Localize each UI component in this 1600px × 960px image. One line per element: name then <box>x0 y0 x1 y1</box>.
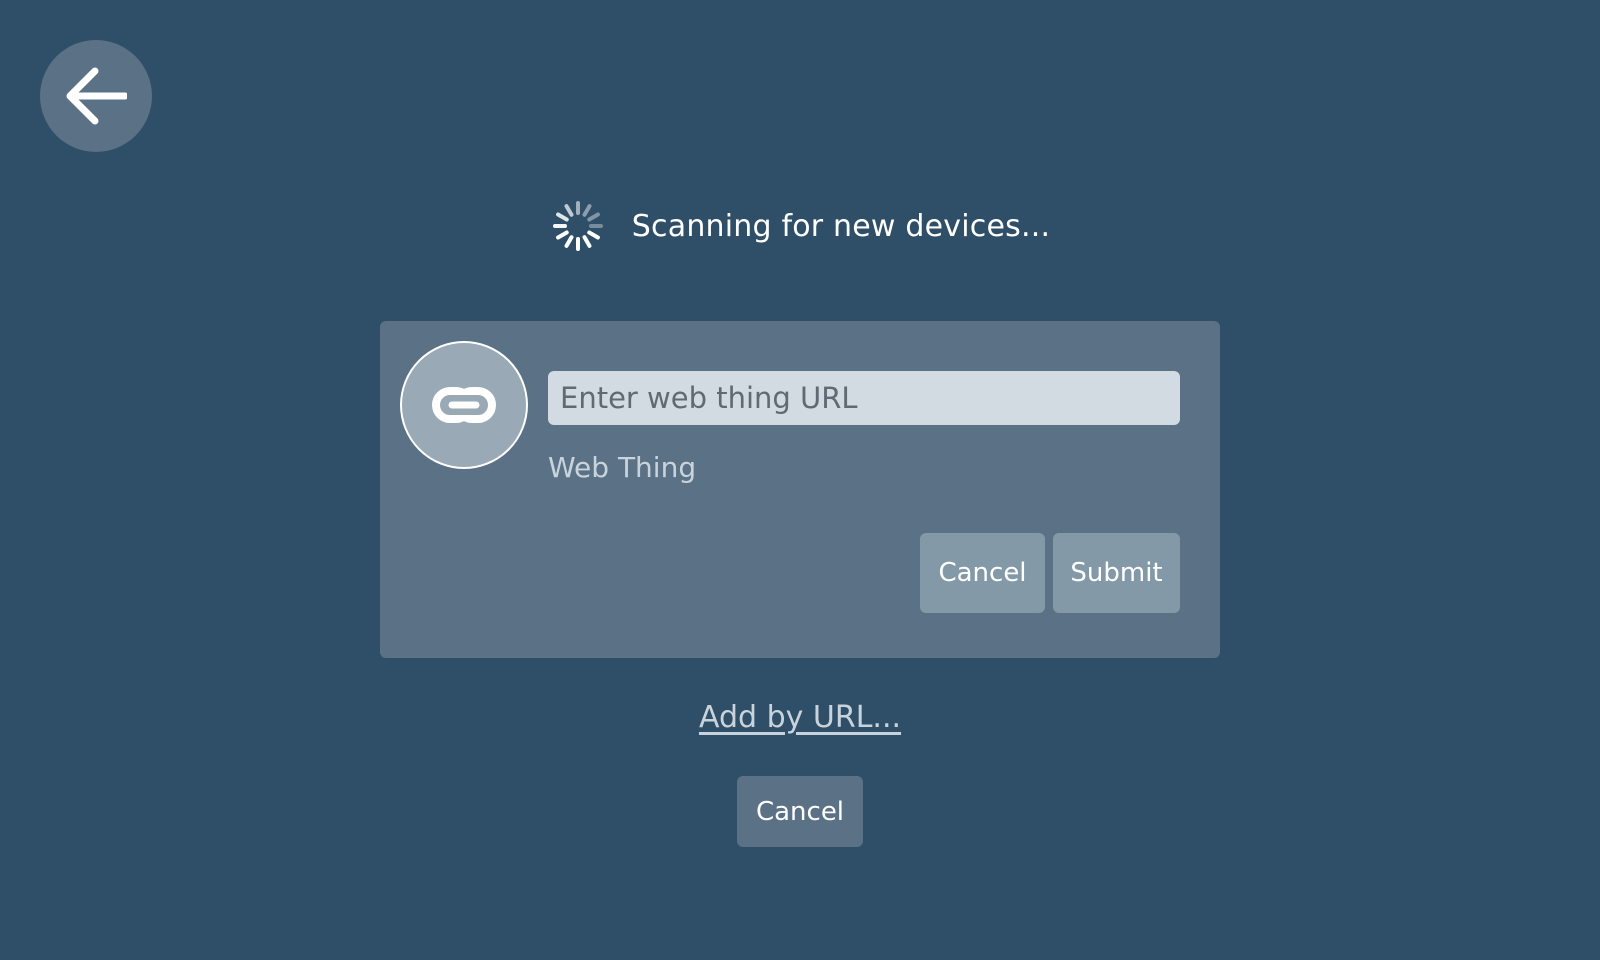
add-by-url-link[interactable]: Add by URL... <box>0 700 1600 735</box>
link-icon <box>400 341 528 469</box>
arrow-left-icon <box>65 67 127 125</box>
add-by-url-card: Web Thing Cancel Submit <box>380 321 1220 658</box>
card-cancel-button[interactable]: Cancel <box>920 533 1045 613</box>
cancel-button[interactable]: Cancel <box>737 776 863 847</box>
spinner-icon <box>552 201 603 251</box>
scan-status: Scanning for new devices... <box>0 198 1600 254</box>
thing-type-label: Web Thing <box>548 451 697 484</box>
submit-button[interactable]: Submit <box>1053 533 1180 613</box>
scan-status-text: Scanning for new devices... <box>631 208 1051 244</box>
add-by-url-link-text[interactable]: Add by URL... <box>699 700 901 735</box>
web-thing-url-input[interactable] <box>548 371 1180 425</box>
back-button[interactable] <box>40 40 152 152</box>
